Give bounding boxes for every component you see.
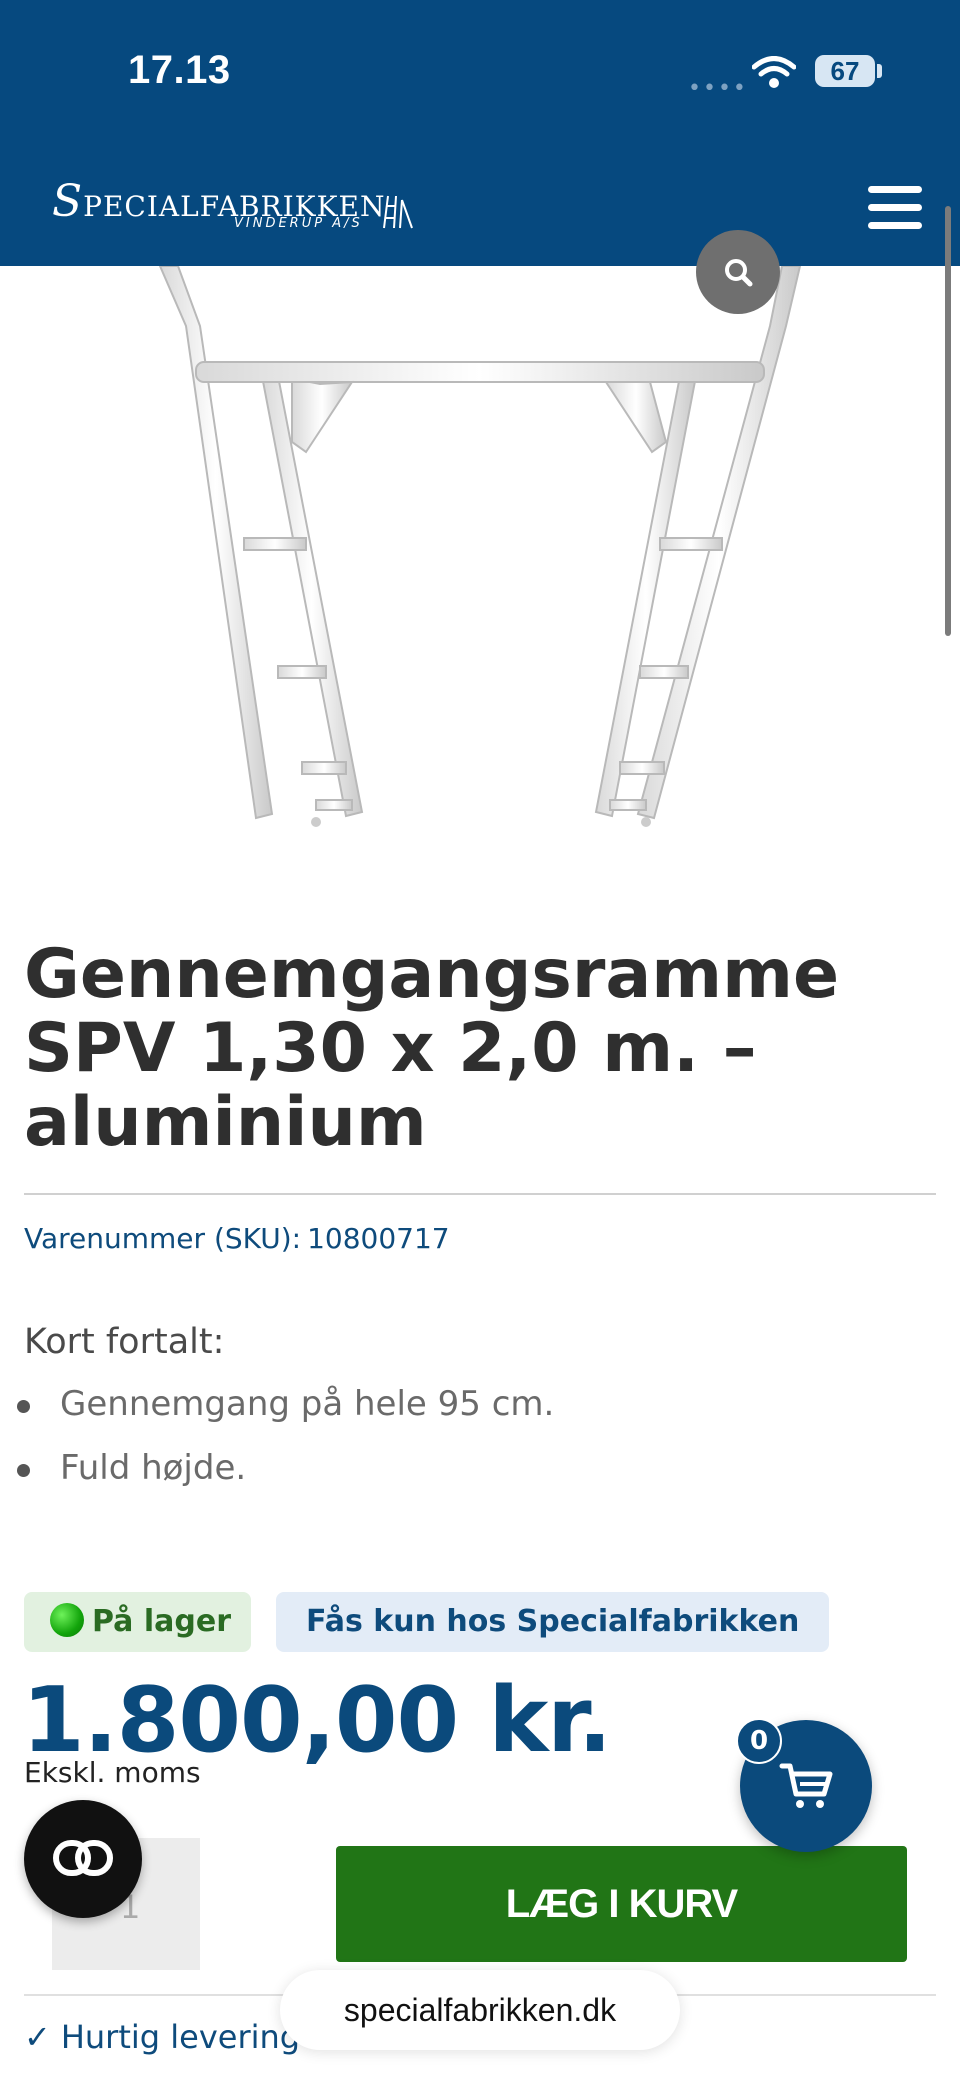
feature-item: Gennemgang på hele 95 cm. [0, 1380, 554, 1444]
chat-button[interactable] [24, 1800, 142, 1918]
cart-icon [779, 1763, 833, 1808]
hamburger-menu-icon[interactable] [868, 186, 922, 230]
feature-list: Gennemgang på hele 95 cm. Fuld højde. [0, 1380, 554, 1508]
sku-value: 10800717 [307, 1222, 450, 1255]
in-stock-dot-icon [50, 1603, 84, 1637]
sku-line: Varenummer (SKU): 10800717 [24, 1222, 450, 1255]
stock-badge-label: På lager [92, 1604, 232, 1639]
site-logo[interactable]: SPECIALFABRIKKEN VINDERUP A/S [52, 176, 413, 238]
sku-label: Varenummer (SKU): [24, 1222, 302, 1255]
usp-label: Hurtig levering [60, 2018, 301, 2056]
title-divider [24, 1193, 936, 1195]
zoom-icon [725, 259, 753, 287]
stock-badge: På lager [24, 1592, 252, 1652]
usp-item: ✓ Hurtig levering [24, 2018, 300, 2056]
wifi-icon [752, 56, 796, 88]
check-icon: ✓ [24, 2018, 51, 2056]
browser-url-bar[interactable]: specialfabrikken.dk [280, 1970, 680, 2050]
site-header: 17.13 •••• 67 SPECIALFABRIKKEN VINDERUP … [0, 0, 960, 266]
battery-indicator: 67 [815, 55, 875, 87]
chat-icon [53, 1840, 113, 1876]
vat-note: Ekskl. moms [24, 1756, 201, 1789]
product-title: Gennemgangsramme SPV 1,30 x 2,0 m. – alu… [24, 935, 840, 1162]
zoom-button[interactable] [696, 230, 780, 314]
short-description-heading: Kort fortalt: [24, 1322, 225, 1362]
ladder-logo-icon [383, 195, 413, 229]
exclusive-badge: Fås kun hos Specialfabrikken [276, 1592, 830, 1652]
logo-subtitle: VINDERUP A/S [234, 216, 363, 231]
product-image[interactable] [0, 230, 960, 856]
cart-count-badge: 0 [736, 1718, 782, 1764]
feature-item: Fuld højde. [0, 1444, 554, 1508]
scaffold-frame-image [158, 265, 802, 827]
signal-icon: •••• [688, 76, 748, 101]
add-to-cart-button[interactable]: LÆG I KURV [336, 1846, 907, 1962]
battery-nub [877, 64, 882, 78]
status-time: 17.13 [128, 48, 231, 92]
